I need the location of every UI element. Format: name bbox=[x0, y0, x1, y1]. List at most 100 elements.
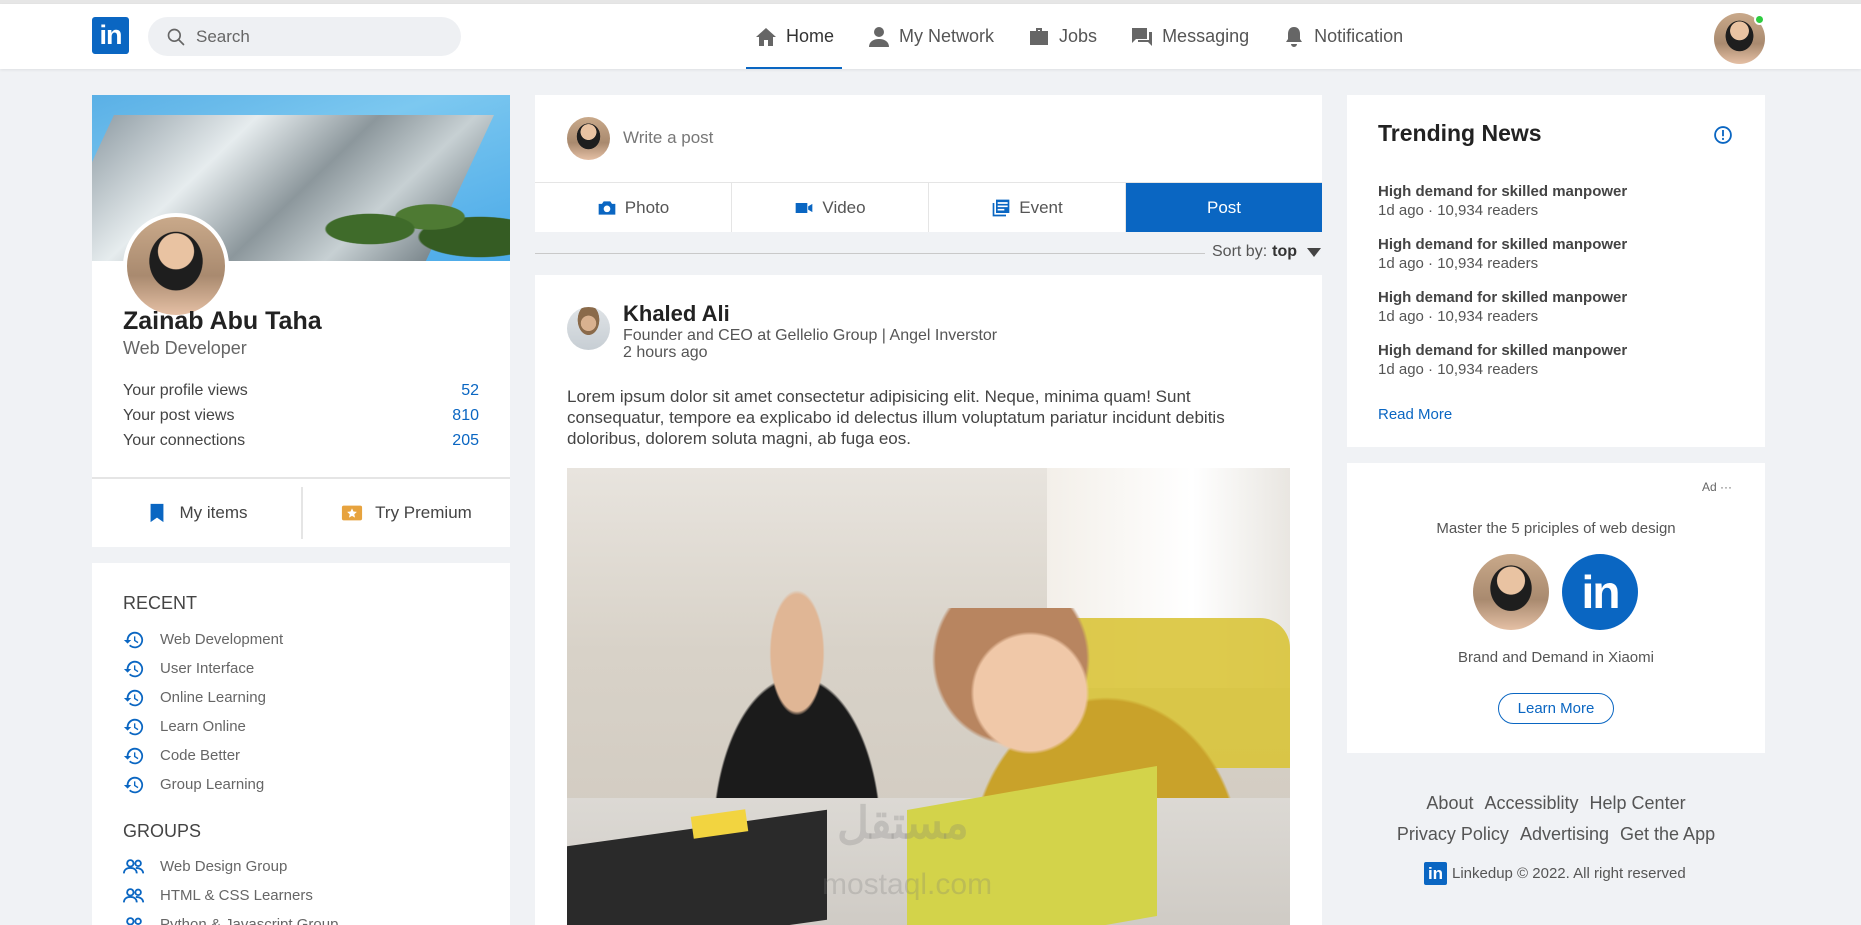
recent-groups-card: RECENT Web Development User Interface On… bbox=[92, 563, 510, 925]
premium-star-icon bbox=[342, 505, 363, 521]
nav-notification[interactable]: Notification bbox=[1282, 4, 1403, 69]
recent-item[interactable]: Group Learning bbox=[123, 770, 283, 799]
footer-copyright: in Linkedup © 2022. All right reserved bbox=[1424, 862, 1686, 885]
post-author-name[interactable]: Khaled Ali bbox=[623, 301, 730, 327]
composer-avatar bbox=[567, 117, 610, 160]
stat-value: 810 bbox=[452, 407, 479, 424]
post-author-meta: Founder and CEO at Gellelio Group | Ange… bbox=[623, 327, 997, 361]
camera-icon bbox=[598, 200, 616, 215]
footer-link-advertising[interactable]: Advertising bbox=[1520, 824, 1609, 844]
recent-item[interactable]: Web Development bbox=[123, 625, 283, 654]
recent-item-label: User Interface bbox=[160, 660, 255, 677]
event-button[interactable]: Event bbox=[929, 183, 1126, 232]
nav-my-network[interactable]: My Network bbox=[867, 4, 994, 69]
history-icon bbox=[123, 631, 144, 648]
video-button[interactable]: Video bbox=[732, 183, 929, 232]
ad-subtext: Brand and Demand in Xiaomi bbox=[1458, 649, 1654, 666]
recent-item[interactable]: Code Better bbox=[123, 741, 283, 770]
bookmark-icon bbox=[150, 503, 163, 523]
footer-link-get-app[interactable]: Get the App bbox=[1620, 824, 1715, 844]
groups-list: Web Design Group HTML & CSS Learners Pyt… bbox=[123, 852, 338, 925]
nav-messaging-label: Messaging bbox=[1162, 26, 1250, 46]
profile-avatar[interactable] bbox=[123, 213, 229, 319]
group-item[interactable]: Python & Javascript Group bbox=[123, 910, 338, 925]
image-watermark: مستقل bbox=[837, 799, 969, 848]
history-icon bbox=[123, 776, 144, 793]
ad-company-logo: in bbox=[1562, 554, 1638, 630]
recent-item[interactable]: Learn Online bbox=[123, 712, 283, 741]
read-more-link[interactable]: Read More bbox=[1378, 406, 1452, 423]
recent-item-label: Online Learning bbox=[160, 689, 266, 706]
sort-dropdown[interactable]: Sort by: top bbox=[1212, 243, 1322, 261]
group-item[interactable]: HTML & CSS Learners bbox=[123, 881, 338, 910]
profile-card: Zainab Abu Taha Web Developer Your profi… bbox=[92, 95, 510, 547]
video-icon bbox=[796, 202, 813, 213]
top-navbar: in Home My Network Jobs Messaging Notifi… bbox=[0, 4, 1861, 69]
stat-label: Your profile views bbox=[123, 382, 248, 399]
try-premium-button[interactable]: Try Premium bbox=[301, 487, 510, 539]
nav-home[interactable]: Home bbox=[745, 4, 843, 69]
news-item[interactable]: High demand for skilled manpower 1d ago … bbox=[1378, 235, 1738, 288]
news-item[interactable]: High demand for skilled manpower 1d ago … bbox=[1378, 288, 1738, 341]
group-icon bbox=[126, 916, 142, 925]
profile-title: Web Developer bbox=[123, 338, 247, 358]
group-item-label: HTML & CSS Learners bbox=[160, 887, 313, 904]
news-item[interactable]: High demand for skilled manpower 1d ago … bbox=[1378, 341, 1738, 394]
trending-news-card: Trending News High demand for skilled ma… bbox=[1347, 95, 1765, 447]
group-item[interactable]: Web Design Group bbox=[123, 852, 338, 881]
linkedin-logo[interactable]: in bbox=[92, 17, 129, 54]
nav-my-network-label: My Network bbox=[899, 26, 995, 46]
history-icon bbox=[123, 747, 144, 764]
bell-icon bbox=[1286, 26, 1303, 47]
write-post-input[interactable]: Write a post bbox=[623, 128, 713, 148]
post-button[interactable]: Post bbox=[1126, 183, 1322, 232]
feed-post: Khaled Ali Founder and CEO at Gellelio G… bbox=[535, 275, 1322, 925]
chat-icon bbox=[1132, 27, 1153, 46]
post-author-avatar[interactable] bbox=[567, 307, 610, 350]
groups-heading: GROUPS bbox=[123, 821, 202, 841]
footer-link-help-center[interactable]: Help Center bbox=[1590, 793, 1686, 813]
ad-label[interactable]: Ad ··· bbox=[1702, 480, 1732, 494]
stat-label: Your post views bbox=[123, 407, 235, 424]
recent-item[interactable]: Online Learning bbox=[123, 683, 283, 712]
profile-stats: Your profile views 52 Your post views 81… bbox=[123, 381, 479, 456]
footer-logo: in bbox=[1424, 862, 1447, 885]
recent-item-label: Group Learning bbox=[160, 776, 265, 793]
event-label: Event bbox=[1019, 197, 1063, 217]
footer-link-accessibility[interactable]: Accessiblity bbox=[1484, 793, 1578, 813]
post-image[interactable]: مستقل mostaql.com bbox=[567, 468, 1290, 925]
nav-jobs[interactable]: Jobs bbox=[1027, 4, 1097, 69]
footer-link-about[interactable]: About bbox=[1426, 793, 1473, 813]
recent-item[interactable]: User Interface bbox=[123, 654, 283, 683]
sort-value: top bbox=[1272, 243, 1298, 260]
learn-more-button[interactable]: Learn More bbox=[1498, 693, 1614, 724]
post-time: 2 hours ago bbox=[623, 344, 708, 361]
news-item[interactable]: High demand for skilled manpower 1d ago … bbox=[1378, 182, 1738, 235]
my-items-label: My items bbox=[179, 503, 248, 522]
search-box[interactable] bbox=[148, 17, 461, 56]
nav-messaging[interactable]: Messaging bbox=[1130, 4, 1249, 69]
ad-text: Master the 5 priciples of web design bbox=[1436, 520, 1676, 537]
recent-item-label: Learn Online bbox=[160, 718, 246, 735]
stat-post-views[interactable]: Your post views 810 bbox=[123, 406, 479, 431]
photo-label: Photo bbox=[624, 197, 670, 217]
photo-button[interactable]: Photo bbox=[535, 183, 732, 232]
search-input[interactable] bbox=[196, 26, 436, 47]
post-author-headline: Founder and CEO at Gellelio Group | Ange… bbox=[623, 327, 998, 344]
recent-heading: RECENT bbox=[123, 593, 198, 613]
image-watermark-url: mostaql.com bbox=[822, 868, 993, 901]
news-headline: High demand for skilled manpower bbox=[1378, 236, 1628, 253]
search-icon bbox=[167, 28, 185, 45]
profile-name[interactable]: Zainab Abu Taha bbox=[123, 307, 322, 336]
video-label: Video bbox=[822, 197, 866, 217]
stat-profile-views[interactable]: Your profile views 52 bbox=[123, 381, 479, 406]
stat-connections[interactable]: Your connections 205 bbox=[123, 431, 479, 456]
info-icon[interactable] bbox=[1713, 125, 1733, 145]
group-icon bbox=[123, 887, 145, 903]
my-items-button[interactable]: My items bbox=[92, 479, 301, 547]
caret-down-icon bbox=[1307, 247, 1322, 257]
recent-item-label: Code Better bbox=[160, 747, 241, 764]
footer-link-privacy[interactable]: Privacy Policy bbox=[1397, 824, 1509, 844]
news-headline: High demand for skilled manpower bbox=[1378, 342, 1628, 359]
news-meta: 1d ago · 10,934 readers bbox=[1378, 361, 1539, 378]
